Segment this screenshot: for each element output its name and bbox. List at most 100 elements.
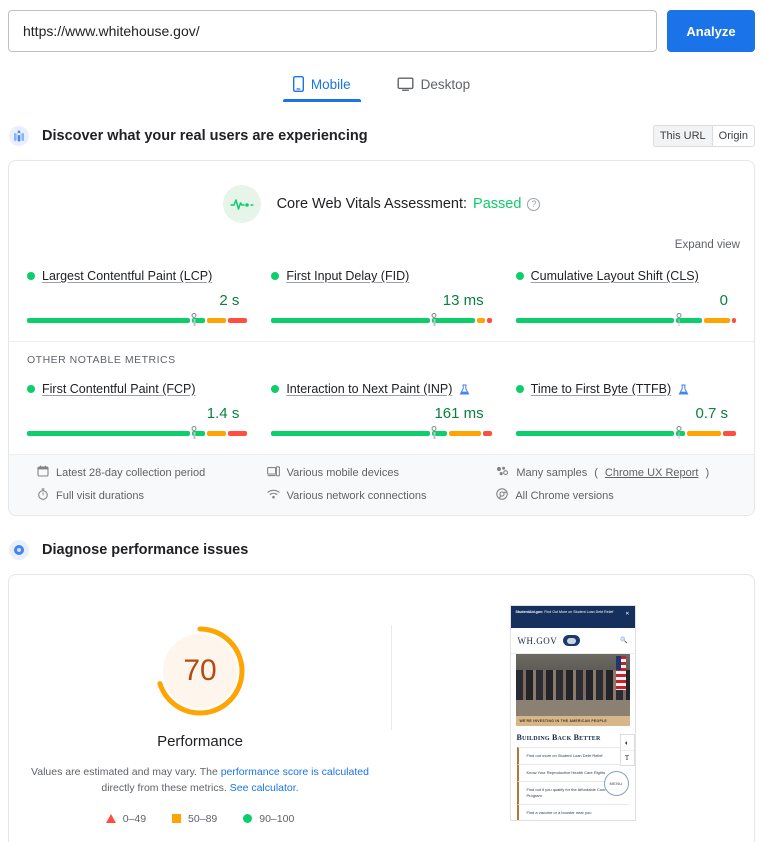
page-screenshot-thumbnail: StudentAid.gov: Find Out More on Student… bbox=[509, 605, 636, 821]
calendar-icon bbox=[37, 465, 49, 480]
footnote-collection-period: Latest 28-day collection period bbox=[37, 465, 267, 480]
bar-segment bbox=[228, 431, 248, 436]
flag-icon bbox=[615, 656, 626, 690]
note-mid: directly from these metrics. bbox=[101, 782, 227, 795]
bar-segment bbox=[206, 318, 227, 323]
url-input[interactable] bbox=[8, 10, 657, 52]
thumbnail-heading: Building Back Better bbox=[516, 733, 601, 742]
metric-distribution-bar bbox=[515, 318, 736, 323]
metric-value-marker bbox=[431, 426, 437, 439]
assessment-result: Passed bbox=[473, 196, 522, 212]
performance-score-note: Values are estimated and may vary. The p… bbox=[30, 764, 370, 797]
chrome-icon bbox=[496, 488, 509, 503]
stopwatch-icon bbox=[37, 488, 49, 503]
wifi-icon bbox=[267, 489, 280, 502]
assessment-label: Core Web Vitals Assessment: bbox=[276, 196, 468, 212]
footnote-paren-close: ) bbox=[705, 466, 710, 479]
diagnose-icon bbox=[8, 539, 30, 561]
scope-this-url[interactable]: This URL bbox=[653, 126, 712, 146]
legend-label: 90–100 bbox=[259, 812, 295, 825]
bar-segment bbox=[731, 318, 736, 323]
pulse-icon bbox=[222, 185, 261, 223]
banner-rest-text: Find Out More on Student Loan Debt Relie… bbox=[543, 610, 614, 614]
lab-section-title: Diagnose performance issues bbox=[42, 542, 249, 558]
metric-name[interactable]: Cumulative Layout Shift (CLS) bbox=[531, 269, 699, 283]
metric-header: Time to First Byte (TTFB) bbox=[515, 382, 736, 396]
legend-label: 0–49 bbox=[122, 812, 147, 825]
metric-name[interactable]: First Input Delay (FID) bbox=[286, 269, 409, 283]
metric-name[interactable]: Largest Contentful Paint (LCP) bbox=[42, 269, 212, 283]
banner-bold-text: StudentAid.gov: bbox=[515, 610, 544, 614]
bar-segment bbox=[476, 318, 486, 323]
metric-distribution-bar bbox=[515, 431, 736, 436]
footnote-label: Latest 28-day collection period bbox=[56, 466, 206, 479]
chrome-ux-report-link[interactable]: Chrome UX Report bbox=[605, 467, 699, 479]
expand-view-link[interactable]: Expand view bbox=[675, 239, 740, 251]
bar-segment bbox=[271, 431, 430, 436]
thumbnail-site-header: WH.GOV 🔍 bbox=[510, 628, 635, 654]
bar-segment bbox=[483, 431, 492, 436]
experimental-flask-icon bbox=[459, 383, 470, 395]
other-metrics-grid: First Contentful Paint (FCP) 1.4 s Inter… bbox=[9, 366, 754, 454]
lab-section-header: Diagnose performance issues bbox=[0, 532, 763, 568]
status-dot-icon bbox=[27, 272, 35, 280]
metric-name[interactable]: Interaction to Next Paint (INP) bbox=[286, 382, 452, 396]
square-icon bbox=[172, 814, 182, 824]
device-tabs: Mobile Desktop bbox=[0, 70, 763, 102]
bar-segment bbox=[27, 431, 190, 436]
help-icon[interactable]: ? bbox=[527, 197, 541, 211]
legend-item-average: 50–89 bbox=[172, 813, 217, 825]
footnote-visit-durations: Full visit durations bbox=[37, 488, 267, 503]
performance-score-calculated-link[interactable]: performance score is calculated bbox=[221, 766, 369, 778]
metric-value-marker bbox=[676, 313, 682, 326]
page-screenshot-column: StudentAid.gov: Find Out More on Student… bbox=[391, 575, 754, 842]
metric-ttfb: Time to First Byte (TTFB) 0.7 s bbox=[508, 376, 744, 439]
tab-desktop-label: Desktop bbox=[420, 76, 471, 92]
core-metrics-grid: Largest Contentful Paint (LCP) 2 s First… bbox=[9, 253, 754, 341]
close-icon: ✕ bbox=[625, 611, 630, 617]
bar-segment bbox=[27, 318, 190, 323]
lab-results-card: 70 Performance Values are estimated and … bbox=[8, 574, 755, 842]
metric-bar bbox=[27, 426, 248, 439]
analyze-button[interactable]: Analyze bbox=[667, 10, 755, 52]
devices-icon bbox=[266, 465, 280, 480]
photo-table bbox=[515, 700, 630, 716]
field-section-header: Discover what your real users are experi… bbox=[0, 118, 763, 154]
thumbnail-accessibility-widget: ◐ T bbox=[619, 734, 635, 766]
metric-name[interactable]: Time to First Byte (TTFB) bbox=[531, 382, 672, 396]
field-footnotes: Latest 28-day collection period Various … bbox=[9, 454, 754, 515]
expand-view-row: Expand view bbox=[9, 223, 754, 253]
footnote-paren-open: ( bbox=[594, 466, 598, 479]
bar-segment bbox=[723, 431, 736, 436]
metric-value-marker bbox=[191, 313, 197, 326]
metric-header: Interaction to Next Paint (INP) bbox=[271, 382, 491, 396]
performance-score-label: Performance bbox=[157, 733, 243, 750]
metric-bar bbox=[515, 313, 736, 326]
bar-segment bbox=[228, 318, 248, 323]
bar-segment bbox=[448, 431, 482, 436]
tab-mobile[interactable]: Mobile bbox=[282, 70, 361, 102]
vertical-divider bbox=[391, 625, 392, 730]
bar-segment bbox=[703, 318, 730, 323]
scope-origin[interactable]: Origin bbox=[711, 126, 754, 146]
status-dot-icon bbox=[515, 385, 524, 393]
thumbnail-link-item: Find a vaccine or a booster near you bbox=[516, 804, 629, 820]
bar-segment bbox=[206, 431, 227, 436]
footnote-network: Various network connections bbox=[267, 488, 497, 503]
field-section-title: Discover what your real users are experi… bbox=[42, 128, 368, 144]
tab-desktop[interactable]: Desktop bbox=[387, 70, 481, 102]
metric-header: First Contentful Paint (FCP) bbox=[27, 382, 247, 396]
footnote-label: All Chrome versions bbox=[515, 489, 614, 502]
metric-name[interactable]: First Contentful Paint (FCP) bbox=[42, 382, 196, 396]
see-calculator-link[interactable]: See calculator. bbox=[230, 782, 299, 794]
metric-cls: Cumulative Layout Shift (CLS) 0 bbox=[508, 263, 744, 326]
tab-mobile-label: Mobile bbox=[310, 76, 351, 92]
metric-header: First Input Delay (FID) bbox=[271, 269, 491, 283]
experimental-flask-icon bbox=[678, 383, 689, 395]
legend-label: 50–89 bbox=[188, 812, 218, 825]
metric-value: 161 ms bbox=[434, 405, 484, 422]
metric-distribution-bar bbox=[27, 318, 248, 323]
bar-segment bbox=[431, 318, 475, 323]
thumbnail-link-item: Find out more on Student Loan Debt Relie… bbox=[516, 747, 629, 764]
mobile-icon bbox=[292, 76, 304, 92]
